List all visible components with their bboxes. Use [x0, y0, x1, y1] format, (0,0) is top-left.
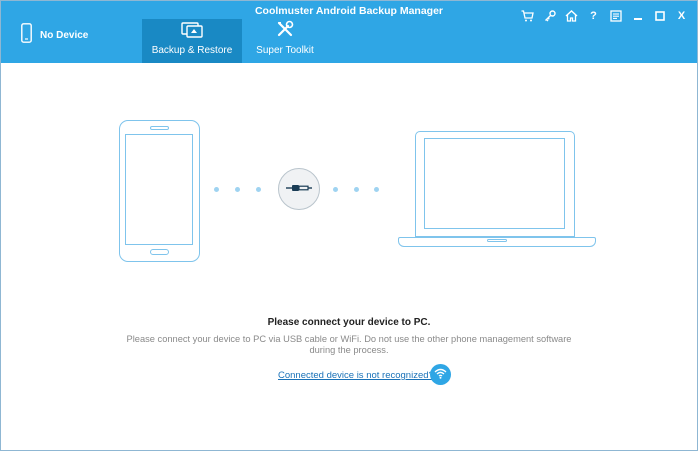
feedback-icon[interactable]: [608, 8, 623, 23]
wifi-connect-button[interactable]: [430, 364, 451, 385]
connect-description: Please connect your device to PC via USB…: [126, 334, 572, 355]
phone-icon: [21, 22, 32, 48]
home-icon[interactable]: [564, 8, 579, 23]
key-icon[interactable]: [542, 8, 557, 23]
phone-screen: [125, 134, 193, 245]
connection-dot: [374, 187, 379, 192]
device-label: No Device: [40, 29, 89, 41]
close-icon[interactable]: X: [674, 8, 689, 23]
tab-super-toolkit[interactable]: Super Toolkit: [235, 19, 335, 63]
connect-headline: Please connect your device to PC.: [267, 317, 431, 328]
toolkit-icon: [276, 20, 294, 41]
tab-backup-restore[interactable]: Backup & Restore: [142, 19, 242, 63]
device-status[interactable]: No Device: [21, 22, 89, 48]
laptop-notch: [487, 239, 507, 242]
connection-dot: [333, 187, 338, 192]
connection-dot: [354, 187, 359, 192]
cart-icon[interactable]: [520, 8, 535, 23]
tab-label: Super Toolkit: [256, 45, 314, 56]
title-bar-controls: ? X: [520, 8, 689, 23]
connection-dot: [235, 187, 240, 192]
laptop-base: [398, 237, 596, 247]
usb-cable-icon: [286, 180, 312, 198]
wifi-icon: [434, 366, 447, 384]
minimize-icon[interactable]: [630, 8, 645, 23]
phone-speaker: [150, 126, 169, 130]
device-not-recognized-link[interactable]: Connected device is not recognized?: [278, 370, 434, 381]
usb-connector: [278, 168, 320, 210]
phone-illustration: [119, 120, 200, 262]
laptop-illustration: [415, 131, 575, 237]
connection-dot: [214, 187, 219, 192]
backup-restore-icon: [181, 22, 203, 41]
header-bar: Coolmuster Android Backup Manager No Dev…: [1, 1, 697, 63]
help-icon[interactable]: ?: [586, 8, 601, 23]
app-window: Coolmuster Android Backup Manager No Dev…: [0, 0, 698, 451]
laptop-screen: [424, 138, 565, 229]
maximize-icon[interactable]: [652, 8, 667, 23]
tab-label: Backup & Restore: [151, 45, 233, 56]
phone-home-button: [150, 249, 169, 255]
connection-dot: [256, 187, 261, 192]
